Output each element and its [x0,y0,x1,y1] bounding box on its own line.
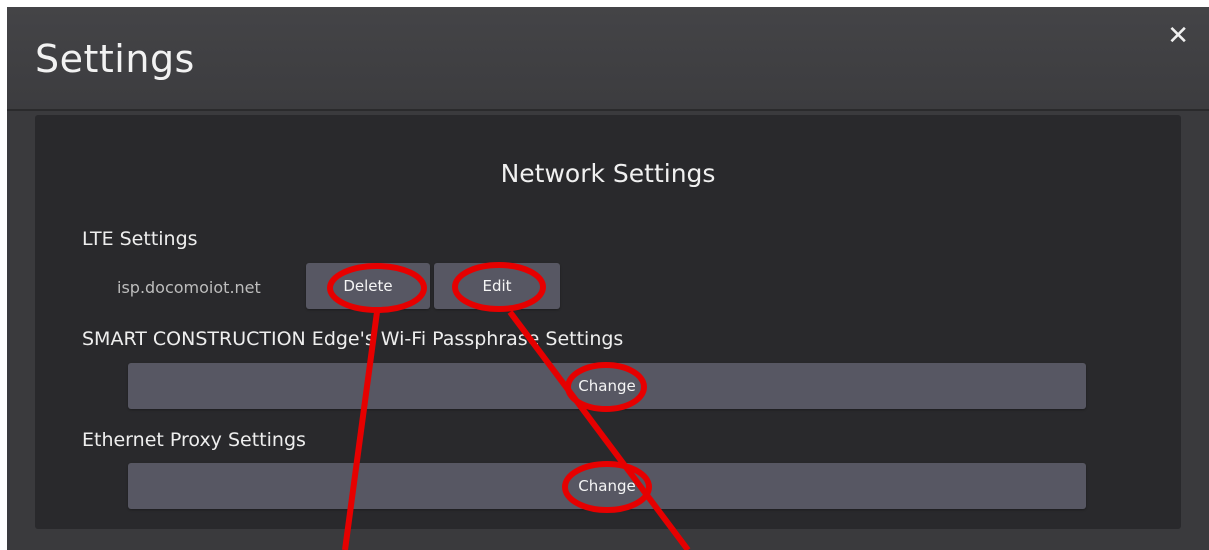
panel-title: Network Settings [500,159,716,188]
lte-settings-label: LTE Settings [82,228,198,250]
edit-button[interactable]: Edit [434,263,560,309]
wifi-passphrase-settings-label: SMART CONSTRUCTION Edge's Wi-Fi Passphra… [82,328,624,350]
page-title: Settings [35,37,195,81]
ethernet-proxy-settings-label: Ethernet Proxy Settings [82,429,306,451]
dialog-header: Settings ✕ [7,7,1209,111]
wifi-change-button[interactable]: Change [128,363,1086,409]
settings-dialog: Settings ✕ Network Settings LTE Settings… [7,7,1209,550]
network-settings-panel: Network Settings LTE Settings isp.docomo… [35,115,1181,529]
delete-button[interactable]: Delete [306,263,430,309]
close-icon[interactable]: ✕ [1167,23,1189,49]
lte-apn-value: isp.docomoiot.net [117,278,261,297]
ethernet-change-button[interactable]: Change [128,463,1086,509]
